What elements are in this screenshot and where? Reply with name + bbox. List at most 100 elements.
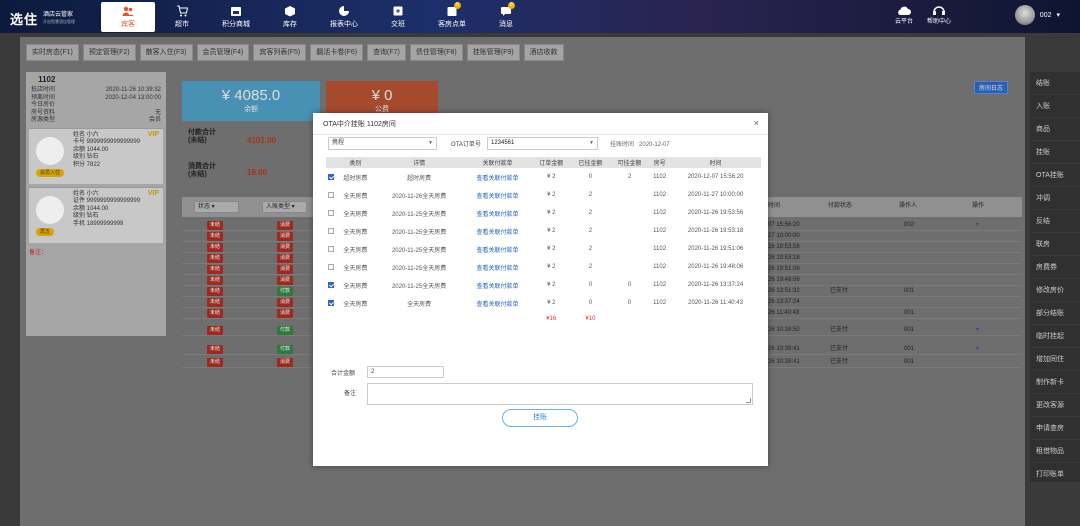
right-menu-item-8[interactable]: 房费券 xyxy=(1030,256,1080,279)
related-payment-link[interactable]: 查看关联付款单 xyxy=(463,276,531,294)
ota-order-select[interactable]: 1234561 ▼ xyxy=(487,137,598,150)
related-payment-link[interactable]: 查看关联付款单 xyxy=(463,186,531,204)
right-menu-item-3[interactable]: 挂账 xyxy=(1030,141,1080,164)
row-time: 26 10:39:41 xyxy=(768,346,800,352)
guest-info: 姓名 小六 卡号 9999999999999999 余额 1044.00 级别 钻石积… xyxy=(73,132,140,170)
related-payment-link[interactable]: 查看关联付款单 xyxy=(463,294,531,312)
tab-1[interactable]: 预定管理(F2) xyxy=(82,44,136,61)
nav-item-7[interactable]: 消息 8 xyxy=(479,2,533,32)
tab-5[interactable]: 翻活卡卷(F6) xyxy=(310,44,364,61)
right-menu-item-0[interactable]: 结账 xyxy=(1030,72,1080,95)
row-checkbox[interactable] xyxy=(327,173,334,180)
related-payment-link[interactable]: 查看关联付款单 xyxy=(463,258,531,276)
right-menu-item-1[interactable]: 入账 xyxy=(1030,95,1080,118)
tab-2[interactable]: 散客入住(F3) xyxy=(139,44,193,61)
chevron-down-icon[interactable]: ▾ xyxy=(976,326,979,333)
right-menu-item-9[interactable]: 修改房价 xyxy=(1030,279,1080,302)
nav-item-1[interactable]: 超市 xyxy=(155,2,209,32)
nav-item-3[interactable]: 库存 xyxy=(263,2,317,32)
cell-room: 1102 xyxy=(653,264,667,270)
logo-tagline: 开启智慧酒店管理 xyxy=(43,19,76,24)
row-checkbox[interactable] xyxy=(327,191,334,198)
row-checkbox[interactable] xyxy=(327,263,334,270)
row-checkbox-cell xyxy=(326,294,336,312)
nav-item-6[interactable]: 客房点单 0 xyxy=(425,2,479,32)
cell-cat: 全天房费 xyxy=(343,247,368,254)
ota-order-label: OTA订单号 xyxy=(451,142,481,148)
help-center-button[interactable]: 帮助中心 xyxy=(927,5,951,25)
related-payment-link[interactable]: 查看关联付款单 xyxy=(463,240,531,258)
row-pay-status: 已支付 xyxy=(830,346,849,352)
right-menu-item-4[interactable]: OTA挂账 xyxy=(1030,164,1080,187)
entry-type-badge: 消费 xyxy=(277,232,294,241)
settle-status-badge: 未结 xyxy=(207,326,224,335)
room-log-button[interactable]: 房间日志 xyxy=(974,81,1009,94)
settle-button[interactable]: 挂账 xyxy=(502,409,578,427)
settle-status-badge: 未结 xyxy=(207,243,224,252)
cell-detail: 2020-11-25全天房费 xyxy=(391,211,447,218)
nav-item-4[interactable]: 报表中心 xyxy=(317,2,371,32)
cell-cat: 超时房费 xyxy=(343,175,368,182)
close-icon[interactable]: × xyxy=(754,118,759,128)
related-payment-link[interactable]: 查看关联付款单 xyxy=(463,222,531,240)
entry-type-badge: 付款 xyxy=(277,326,294,335)
paid-total-value: 4101.00 xyxy=(247,136,276,145)
tab-8[interactable]: 挂账管理(F9) xyxy=(466,44,520,61)
entry-type-badge: 消费 xyxy=(277,221,294,230)
room-field-key: 抵店时间 xyxy=(31,87,56,93)
cell-time: 2020-11-26 19:53:18 xyxy=(687,228,744,234)
chevron-down-icon[interactable]: ▾ xyxy=(976,345,979,352)
right-menu-item-7[interactable]: 联房 xyxy=(1030,233,1080,256)
row-checkbox[interactable] xyxy=(327,227,334,234)
row-checkbox[interactable] xyxy=(327,209,334,216)
right-menu-item-11[interactable]: 临时挂起 xyxy=(1030,325,1080,348)
tab-0[interactable]: 实时房态(F1) xyxy=(26,44,79,61)
right-menu-item-6[interactable]: 反结 xyxy=(1030,210,1080,233)
type-filter[interactable]: 入账类型 ▾ xyxy=(262,201,307,213)
right-menu-item-2[interactable]: 商品 xyxy=(1030,118,1080,141)
right-menu-item-14[interactable]: 更改客源 xyxy=(1030,394,1080,417)
nav-item-0[interactable]: 宾客 xyxy=(101,2,155,32)
guest-status-button[interactable]: 会员入住 xyxy=(36,168,65,177)
right-menu-item-15[interactable]: 申请查房 xyxy=(1030,417,1080,440)
cloud-platform-button[interactable]: 云平台 xyxy=(895,5,913,25)
guest-info: 姓名 小六 证件 9999999999999999 余额 1044.00 级别 钻石手… xyxy=(73,191,140,229)
nav-item-2[interactable]: 积分商城 xyxy=(209,2,263,32)
guest-status-button[interactable]: 再五 xyxy=(36,227,55,236)
table-row: 全天房费 2020-11-25全天房费 查看关联付款单 ¥ 2 2 1102 2020-11… xyxy=(326,204,761,222)
settle-status-badge: 未结 xyxy=(207,221,224,230)
remark-textarea[interactable] xyxy=(367,383,753,405)
balance-label: 余额 xyxy=(244,106,258,113)
column-header: 房号 xyxy=(649,157,671,168)
row-checkbox[interactable] xyxy=(327,245,334,252)
row-operator: 001 xyxy=(904,346,915,352)
right-menu-item-5[interactable]: 冲调 xyxy=(1030,187,1080,210)
nav-item-5[interactable]: 交班 xyxy=(371,2,425,32)
related-payment-link[interactable]: 查看关联付款单 xyxy=(463,204,531,222)
tab-7[interactable]: 债住管理(F8) xyxy=(409,44,463,61)
right-menu-item-17[interactable]: 打印账单 xyxy=(1030,463,1080,486)
related-payment-link[interactable]: 查看关联付款单 xyxy=(463,168,531,186)
ota-channel-select[interactable]: 携程 ▼ xyxy=(328,137,437,150)
guest-name: 姓名 小六 xyxy=(73,190,99,197)
sum-input[interactable]: 2 xyxy=(367,366,444,378)
tab-3[interactable]: 会员管理(F4) xyxy=(196,44,250,61)
cell-cat: 全天房费 xyxy=(343,193,368,200)
row-checkbox[interactable] xyxy=(327,299,334,306)
right-menu-item-10[interactable]: 部分结账 xyxy=(1030,302,1080,325)
user-menu[interactable]: 002 ▾ xyxy=(1014,5,1060,25)
status-filter[interactable]: 状态 ▾ xyxy=(194,201,239,213)
settle-status-badge: 未结 xyxy=(207,276,224,285)
tab-4[interactable]: 宾客列表(F5) xyxy=(253,44,307,61)
box-icon xyxy=(284,5,296,17)
row-checkbox[interactable] xyxy=(327,281,334,288)
chevron-down-icon[interactable]: ▾ xyxy=(976,221,979,228)
cell-room: 1102 xyxy=(653,174,667,180)
cell-paid: 2 xyxy=(588,246,593,252)
tab-6[interactable]: 查询(F7) xyxy=(367,44,406,61)
right-menu-item-12[interactable]: 增加同住 xyxy=(1030,348,1080,371)
right-menu-item-13[interactable]: 制作新卡 xyxy=(1030,371,1080,394)
room-field-key: 今日房价 xyxy=(31,102,56,108)
right-menu-item-16[interactable]: 租借物品 xyxy=(1030,440,1080,463)
tab-9[interactable]: 酒店收款 xyxy=(523,44,564,61)
